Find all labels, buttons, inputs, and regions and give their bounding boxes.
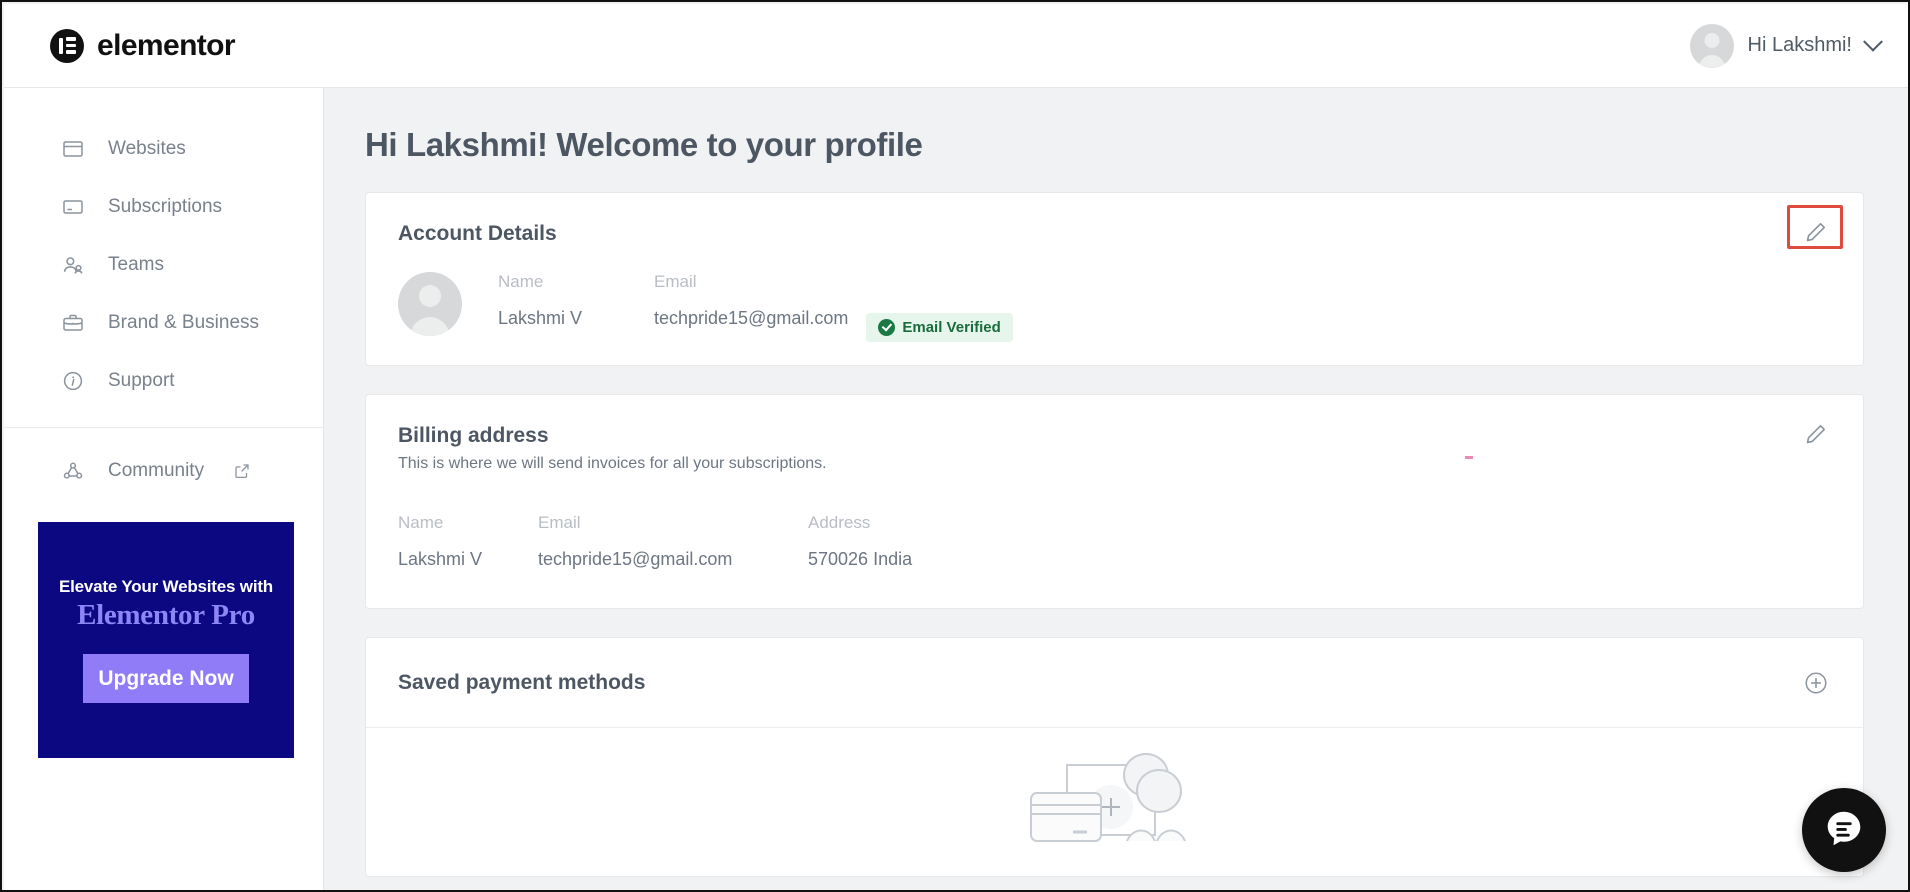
check-circle-icon: [878, 319, 896, 336]
people-icon: [60, 252, 86, 278]
promo-product-name: Elementor Pro: [77, 599, 255, 631]
sidebar-item-teams[interactable]: Teams: [4, 236, 323, 294]
briefcase-icon: [60, 310, 86, 336]
account-email-label: Email: [654, 272, 697, 291]
sidebar-item-label: Subscriptions: [108, 196, 223, 217]
page-title: Hi Lakshmi! Welcome to your profile: [365, 126, 923, 163]
status-badge-label: Email Verified: [902, 319, 1001, 336]
main-content: Hi Lakshmi! Welcome to your profile Acco…: [325, 88, 1908, 890]
sidebar-item-label: Support: [108, 370, 175, 391]
status-badge: Email Verified: [866, 313, 1013, 342]
billing-address-card: Billing address This is where we will se…: [365, 394, 1864, 609]
top-header-bar: elementor Hi Lakshmi!: [4, 4, 1908, 88]
billing-address-title: Billing address: [398, 424, 549, 447]
external-link-icon[interactable]: [233, 462, 251, 480]
elementor-account-page: elementor Hi Lakshmi! Websites Subscript…: [0, 0, 1910, 892]
user-greeting: Hi Lakshmi!: [1747, 34, 1852, 56]
sidebar: Websites Subscriptions Teams Brand & Bus…: [4, 88, 324, 890]
chat-widget-button[interactable]: [1802, 788, 1886, 872]
browser-window-icon: [60, 136, 86, 162]
community-nodes-icon: [60, 458, 86, 484]
cursor-marker: [1465, 456, 1473, 459]
account-details-title: Account Details: [398, 222, 557, 245]
billing-email-label: Email: [538, 513, 581, 532]
account-avatar: [398, 272, 462, 336]
sidebar-item-websites[interactable]: Websites: [4, 120, 323, 178]
sidebar-item-support[interactable]: Support: [4, 352, 323, 410]
sidebar-item-community[interactable]: Community: [4, 442, 323, 500]
brand-logo[interactable]: elementor: [50, 28, 236, 63]
sidebar-item-label: Community: [108, 460, 205, 481]
billing-edit-button[interactable]: [1803, 421, 1829, 447]
elementor-logo-icon: [50, 28, 84, 63]
account-details-card: Account Details Name Lakshmi V Email tec…: [365, 192, 1864, 366]
chevron-down-icon[interactable]: [1863, 31, 1883, 52]
billing-address-label: Address: [808, 513, 871, 532]
subscription-card-icon: [60, 194, 86, 220]
sidebar-item-label: Teams: [108, 254, 164, 275]
brand-name: elementor: [97, 28, 236, 62]
billing-name-value: Lakshmi V: [398, 549, 483, 569]
account-edit-button[interactable]: [1803, 219, 1829, 245]
sidebar-item-label: Websites: [108, 138, 186, 159]
billing-email-value: techpride15@gmail.com: [538, 549, 733, 569]
promo-headline: Elevate Your Websites with: [59, 577, 273, 596]
sidebar-item-subscriptions[interactable]: Subscriptions: [4, 178, 323, 236]
billing-name-label: Name: [398, 513, 444, 532]
account-email-value: techpride15@gmail.com: [654, 308, 849, 328]
saved-payment-methods-title: Saved payment methods: [398, 670, 646, 694]
upgrade-promo-card: Elevate Your Websites with Elementor Pro…: [38, 522, 294, 758]
billing-address-subtitle: This is where we will send invoices for …: [398, 455, 827, 472]
account-name-label: Name: [498, 272, 544, 291]
upgrade-now-button[interactable]: Upgrade Now: [83, 654, 249, 703]
info-circle-icon: [60, 368, 86, 394]
account-name-value: Lakshmi V: [498, 308, 583, 328]
saved-payment-methods-card: Saved payment methods: [365, 637, 1864, 877]
sidebar-item-label: Brand & Business: [108, 312, 260, 333]
user-avatar-icon: [1689, 23, 1734, 68]
credit-card-coins-illustration: [1015, 735, 1215, 870]
payment-empty-state: [366, 728, 1863, 876]
billing-address-value: 570026 India: [808, 549, 913, 569]
user-menu[interactable]: Hi Lakshmi!: [1689, 23, 1883, 68]
chat-bubble-icon: [1821, 805, 1867, 856]
sidebar-item-brand-business[interactable]: Brand & Business: [4, 294, 323, 352]
sidebar-divider: [4, 427, 323, 428]
add-payment-method-button[interactable]: [1803, 670, 1829, 696]
